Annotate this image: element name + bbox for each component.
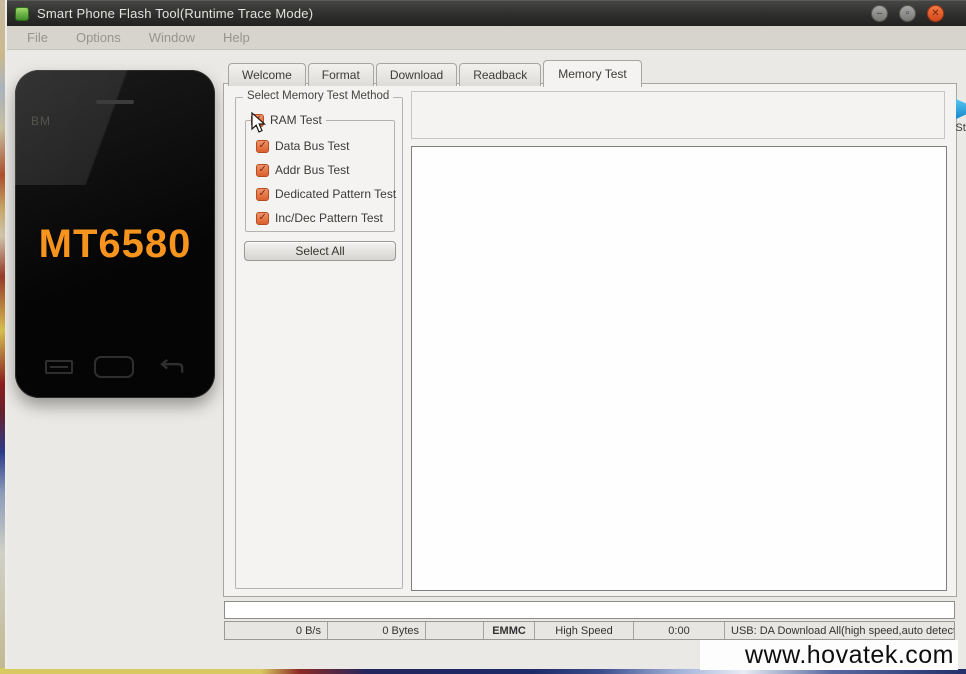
menu-window[interactable]: Window: [135, 30, 209, 45]
title-bar: Smart Phone Flash Tool(Runtime Trace Mod…: [7, 0, 966, 26]
test-toolbar: Start Stop: [411, 91, 945, 139]
window-title: Smart Phone Flash Tool(Runtime Trace Mod…: [37, 6, 313, 21]
dedicated-pattern-test-checkbox[interactable]: [256, 188, 269, 201]
phone-model-label: MT6580: [15, 222, 215, 267]
memory-test-page: Select Memory Test Method RAM Test Data …: [223, 83, 957, 597]
tab-format[interactable]: Format: [308, 63, 374, 86]
status-storage-type: EMMC: [484, 622, 535, 639]
addr-bus-test-row[interactable]: Addr Bus Test: [256, 163, 396, 177]
ram-test-label: RAM Test: [270, 113, 322, 127]
start-icon: [954, 98, 966, 120]
tab-readback[interactable]: Readback: [459, 63, 541, 86]
app-icon: [15, 7, 29, 21]
progress-bar: [224, 601, 955, 619]
mouse-cursor: [251, 112, 267, 134]
groupbox-title: Select Memory Test Method: [243, 90, 393, 102]
tab-strip: Welcome Format Download Readback Memory …: [228, 60, 644, 86]
tab-memory-test[interactable]: Memory Test: [543, 60, 641, 87]
incdec-pattern-test-row[interactable]: Inc/Dec Pattern Test: [256, 211, 396, 225]
menu-bar: File Options Window Help: [7, 26, 966, 50]
phone-brand-label: BM: [31, 114, 51, 128]
data-bus-test-checkbox[interactable]: [256, 140, 269, 153]
phone-nav-buttons: [15, 356, 215, 378]
status-usb-speed: High Speed: [535, 622, 634, 639]
test-output-panel: [411, 146, 947, 591]
status-bytes: 0 Bytes: [328, 622, 426, 639]
status-elapsed-time: 0:00: [634, 622, 725, 639]
start-label: Start: [955, 122, 966, 134]
incdec-pattern-test-label: Inc/Dec Pattern Test: [275, 211, 383, 225]
status-usb-mode: USB: DA Download All(high speed,auto det…: [725, 622, 954, 639]
status-bar: 0 B/s 0 Bytes EMMC High Speed 0:00 USB: …: [224, 621, 955, 640]
start-button[interactable]: Start: [932, 95, 966, 137]
close-button[interactable]: ✕: [927, 5, 944, 22]
watermark: www.hovatek.com: [700, 640, 958, 670]
dedicated-pattern-test-label: Dedicated Pattern Test: [275, 187, 396, 201]
screen: Smart Phone Flash Tool(Runtime Trace Mod…: [0, 0, 966, 674]
menu-help[interactable]: Help: [209, 30, 264, 45]
incdec-pattern-test-checkbox[interactable]: [256, 212, 269, 225]
data-bus-test-row[interactable]: Data Bus Test: [256, 139, 396, 153]
data-bus-test-label: Data Bus Test: [275, 139, 349, 153]
phone-menu-icon: [45, 360, 73, 374]
phone-home-icon: [94, 356, 134, 378]
app-window: Smart Phone Flash Tool(Runtime Trace Mod…: [5, 0, 966, 669]
menu-options[interactable]: Options: [62, 30, 135, 45]
sub-test-list: Data Bus Test Addr Bus Test Dedicated Pa…: [256, 139, 396, 225]
addr-bus-test-label: Addr Bus Test: [275, 163, 349, 177]
status-speed: 0 B/s: [225, 622, 328, 639]
menu-file[interactable]: File: [13, 30, 62, 45]
tab-welcome[interactable]: Welcome: [228, 63, 306, 86]
minimize-button[interactable]: –: [871, 5, 888, 22]
tab-download[interactable]: Download: [376, 63, 457, 86]
ram-test-group: RAM Test Data Bus Test Addr Bus Test: [245, 120, 395, 232]
select-all-button[interactable]: Select All: [244, 241, 396, 261]
addr-bus-test-checkbox[interactable]: [256, 164, 269, 177]
window-controls: – ▫ ✕: [871, 5, 966, 22]
phone-speaker: [96, 100, 134, 104]
phone-preview-image: BM MT6580: [15, 70, 215, 398]
status-spare: [426, 622, 484, 639]
dedicated-pattern-test-row[interactable]: Dedicated Pattern Test: [256, 187, 396, 201]
test-method-groupbox: Select Memory Test Method RAM Test Data …: [235, 97, 403, 589]
maximize-button[interactable]: ▫: [899, 5, 916, 22]
phone-back-icon: [155, 357, 185, 377]
